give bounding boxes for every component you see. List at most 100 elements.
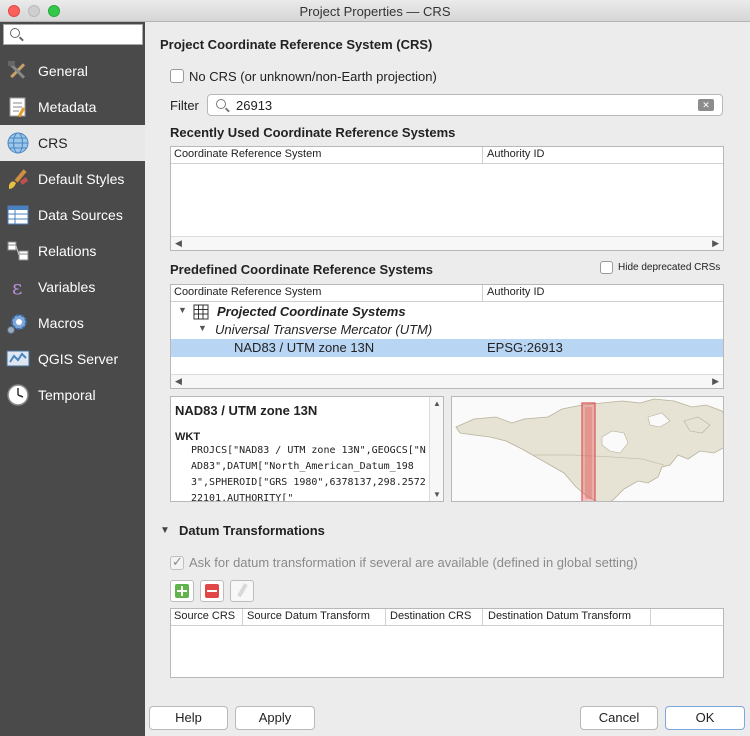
pencil-icon bbox=[237, 583, 248, 598]
sidebar-item-label: Relations bbox=[38, 243, 97, 259]
clock-icon bbox=[5, 382, 31, 408]
sidebar-item-default-styles[interactable]: Default Styles bbox=[0, 161, 145, 197]
tree-row-nad83-utm13n[interactable]: NAD83 / UTM zone 13N EPSG:26913 bbox=[171, 339, 723, 357]
sidebar: General Metadata CRS Default Styles Data… bbox=[0, 22, 145, 736]
hide-deprecated-checkbox[interactable] bbox=[600, 261, 613, 274]
datum-transformations-table[interactable]: Source CRS Source Datum Transform Destin… bbox=[170, 608, 724, 678]
recent-crs-table[interactable]: Coordinate Reference System Authority ID… bbox=[170, 146, 724, 251]
help-button[interactable]: Help bbox=[149, 706, 228, 730]
sidebar-item-macros[interactable]: Macros bbox=[0, 305, 145, 341]
tree-row-authority: EPSG:26913 bbox=[487, 340, 563, 355]
sidebar-item-metadata[interactable]: Metadata bbox=[0, 89, 145, 125]
gear-icon bbox=[5, 310, 31, 336]
recent-crs-table-header: Coordinate Reference System Authority ID bbox=[171, 147, 723, 164]
predefined-horizontal-scrollbar[interactable]: ◀ ▶ bbox=[171, 374, 723, 388]
scroll-left-icon[interactable]: ◀ bbox=[175, 238, 182, 249]
hammer-wrench-icon bbox=[5, 58, 31, 84]
column-header-authority[interactable]: Authority ID bbox=[487, 286, 544, 298]
filter-value: 26913 bbox=[236, 98, 273, 113]
clear-filter-icon[interactable]: ✕ bbox=[698, 99, 714, 111]
sidebar-item-temporal[interactable]: Temporal bbox=[0, 377, 145, 413]
sidebar-item-general[interactable]: General bbox=[0, 53, 145, 89]
crs-section-heading: Project Coordinate Reference System (CRS… bbox=[160, 37, 433, 52]
edit-transformation-button[interactable] bbox=[230, 580, 254, 602]
datum-transformations-heading: Datum Transformations bbox=[179, 523, 325, 538]
window-title: Project Properties — CRS bbox=[299, 4, 451, 19]
crs-extent-map bbox=[451, 396, 724, 502]
recent-horizontal-scrollbar[interactable]: ◀ ▶ bbox=[171, 236, 723, 250]
filter-input[interactable]: 26913 ✕ bbox=[207, 94, 723, 116]
details-vertical-scrollbar[interactable]: ▲ ▼ bbox=[429, 397, 443, 501]
column-header-source-crs[interactable]: Source CRS bbox=[174, 610, 235, 622]
sidebar-item-label: Data Sources bbox=[38, 207, 123, 223]
sidebar-item-crs[interactable]: CRS bbox=[0, 125, 145, 161]
column-header-source-datum[interactable]: Source Datum Transform bbox=[247, 610, 370, 622]
column-header-destination-datum[interactable]: Destination Datum Transform bbox=[488, 610, 631, 622]
predefined-crs-table[interactable]: Coordinate Reference System Authority ID… bbox=[170, 284, 724, 389]
scroll-down-icon[interactable]: ▼ bbox=[433, 490, 441, 499]
tree-row-label: Projected Coordinate Systems bbox=[217, 304, 406, 319]
recent-crs-heading: Recently Used Coordinate Reference Syste… bbox=[170, 125, 456, 140]
wkt-label: WKT bbox=[175, 431, 201, 443]
tree-row-projected[interactable]: ▼ Projected Coordinate Systems bbox=[171, 303, 723, 321]
scroll-left-icon[interactable]: ◀ bbox=[175, 376, 182, 387]
north-america-map bbox=[452, 397, 723, 501]
expand-arrow-icon[interactable]: ▼ bbox=[178, 305, 187, 315]
hide-deprecated-label: Hide deprecated CRSs bbox=[618, 262, 721, 273]
scroll-right-icon[interactable]: ▶ bbox=[712, 238, 719, 249]
sidebar-item-label: Variables bbox=[38, 279, 96, 295]
column-header-crs[interactable]: Coordinate Reference System bbox=[174, 286, 321, 298]
column-header-destination-crs[interactable]: Destination CRS bbox=[390, 610, 471, 622]
ok-button[interactable]: OK bbox=[665, 706, 745, 730]
remove-transformation-button[interactable] bbox=[200, 580, 224, 602]
ask-datum-checkbox[interactable] bbox=[170, 554, 184, 570]
sidebar-search-input[interactable] bbox=[3, 24, 143, 45]
globe-icon bbox=[5, 130, 31, 156]
scroll-up-icon[interactable]: ▲ bbox=[433, 399, 441, 408]
datum-table-header: Source CRS Source Datum Transform Destin… bbox=[171, 609, 723, 626]
sidebar-item-label: Temporal bbox=[38, 387, 96, 403]
cancel-button[interactable]: Cancel bbox=[580, 706, 658, 730]
tree-row-label: Universal Transverse Mercator (UTM) bbox=[215, 322, 433, 337]
title-bar: Project Properties — CRS bbox=[0, 0, 750, 22]
add-transformation-button[interactable] bbox=[170, 580, 194, 602]
sidebar-item-label: Metadata bbox=[38, 99, 97, 115]
metadata-icon bbox=[5, 94, 31, 120]
no-crs-label: No CRS (or unknown/non-Earth projection) bbox=[189, 69, 437, 84]
svg-text:ε: ε bbox=[12, 276, 22, 298]
sidebar-item-label: QGIS Server bbox=[38, 351, 119, 367]
table-icon bbox=[5, 202, 31, 228]
no-crs-checkbox[interactable] bbox=[170, 69, 184, 83]
predefined-crs-heading: Predefined Coordinate Reference Systems bbox=[170, 262, 433, 277]
wkt-text: PROJCS["NAD83 / UTM zone 13N",GEOGCS["NA… bbox=[191, 445, 426, 502]
sidebar-item-relations[interactable]: Relations bbox=[0, 233, 145, 269]
paint-brush-icon bbox=[5, 166, 31, 192]
tree-row-utm[interactable]: ▼ Universal Transverse Mercator (UTM) bbox=[171, 321, 723, 339]
sidebar-item-label: Default Styles bbox=[38, 171, 125, 187]
sidebar-item-label: General bbox=[38, 63, 88, 79]
filter-label: Filter bbox=[170, 98, 199, 113]
apply-button[interactable]: Apply bbox=[235, 706, 315, 730]
minus-icon bbox=[205, 584, 219, 598]
expand-arrow-icon[interactable]: ▼ bbox=[198, 323, 207, 333]
crs-details-name: NAD83 / UTM zone 13N bbox=[175, 403, 318, 418]
column-header-crs[interactable]: Coordinate Reference System bbox=[174, 148, 321, 160]
relations-icon bbox=[5, 238, 31, 264]
search-icon bbox=[10, 28, 20, 38]
sidebar-item-label: CRS bbox=[38, 135, 68, 151]
search-icon bbox=[216, 99, 226, 109]
tree-row-label: NAD83 / UTM zone 13N bbox=[234, 340, 375, 355]
column-header-authority[interactable]: Authority ID bbox=[487, 148, 544, 160]
sidebar-item-variables[interactable]: ε Variables bbox=[0, 269, 145, 305]
plus-icon bbox=[175, 584, 189, 598]
server-icon bbox=[5, 346, 31, 372]
ask-datum-label: Ask for datum transformation if several … bbox=[189, 555, 638, 570]
crs-details-panel[interactable]: NAD83 / UTM zone 13N WKT PROJCS["NAD83 /… bbox=[170, 396, 444, 502]
sidebar-item-qgis-server[interactable]: QGIS Server bbox=[0, 341, 145, 377]
sidebar-item-label: Macros bbox=[38, 315, 84, 331]
sidebar-item-data-sources[interactable]: Data Sources bbox=[0, 197, 145, 233]
collapse-arrow-icon[interactable]: ▼ bbox=[160, 525, 170, 536]
predefined-crs-table-header: Coordinate Reference System Authority ID bbox=[171, 285, 723, 302]
epsilon-icon: ε bbox=[5, 274, 31, 300]
scroll-right-icon[interactable]: ▶ bbox=[712, 376, 719, 387]
